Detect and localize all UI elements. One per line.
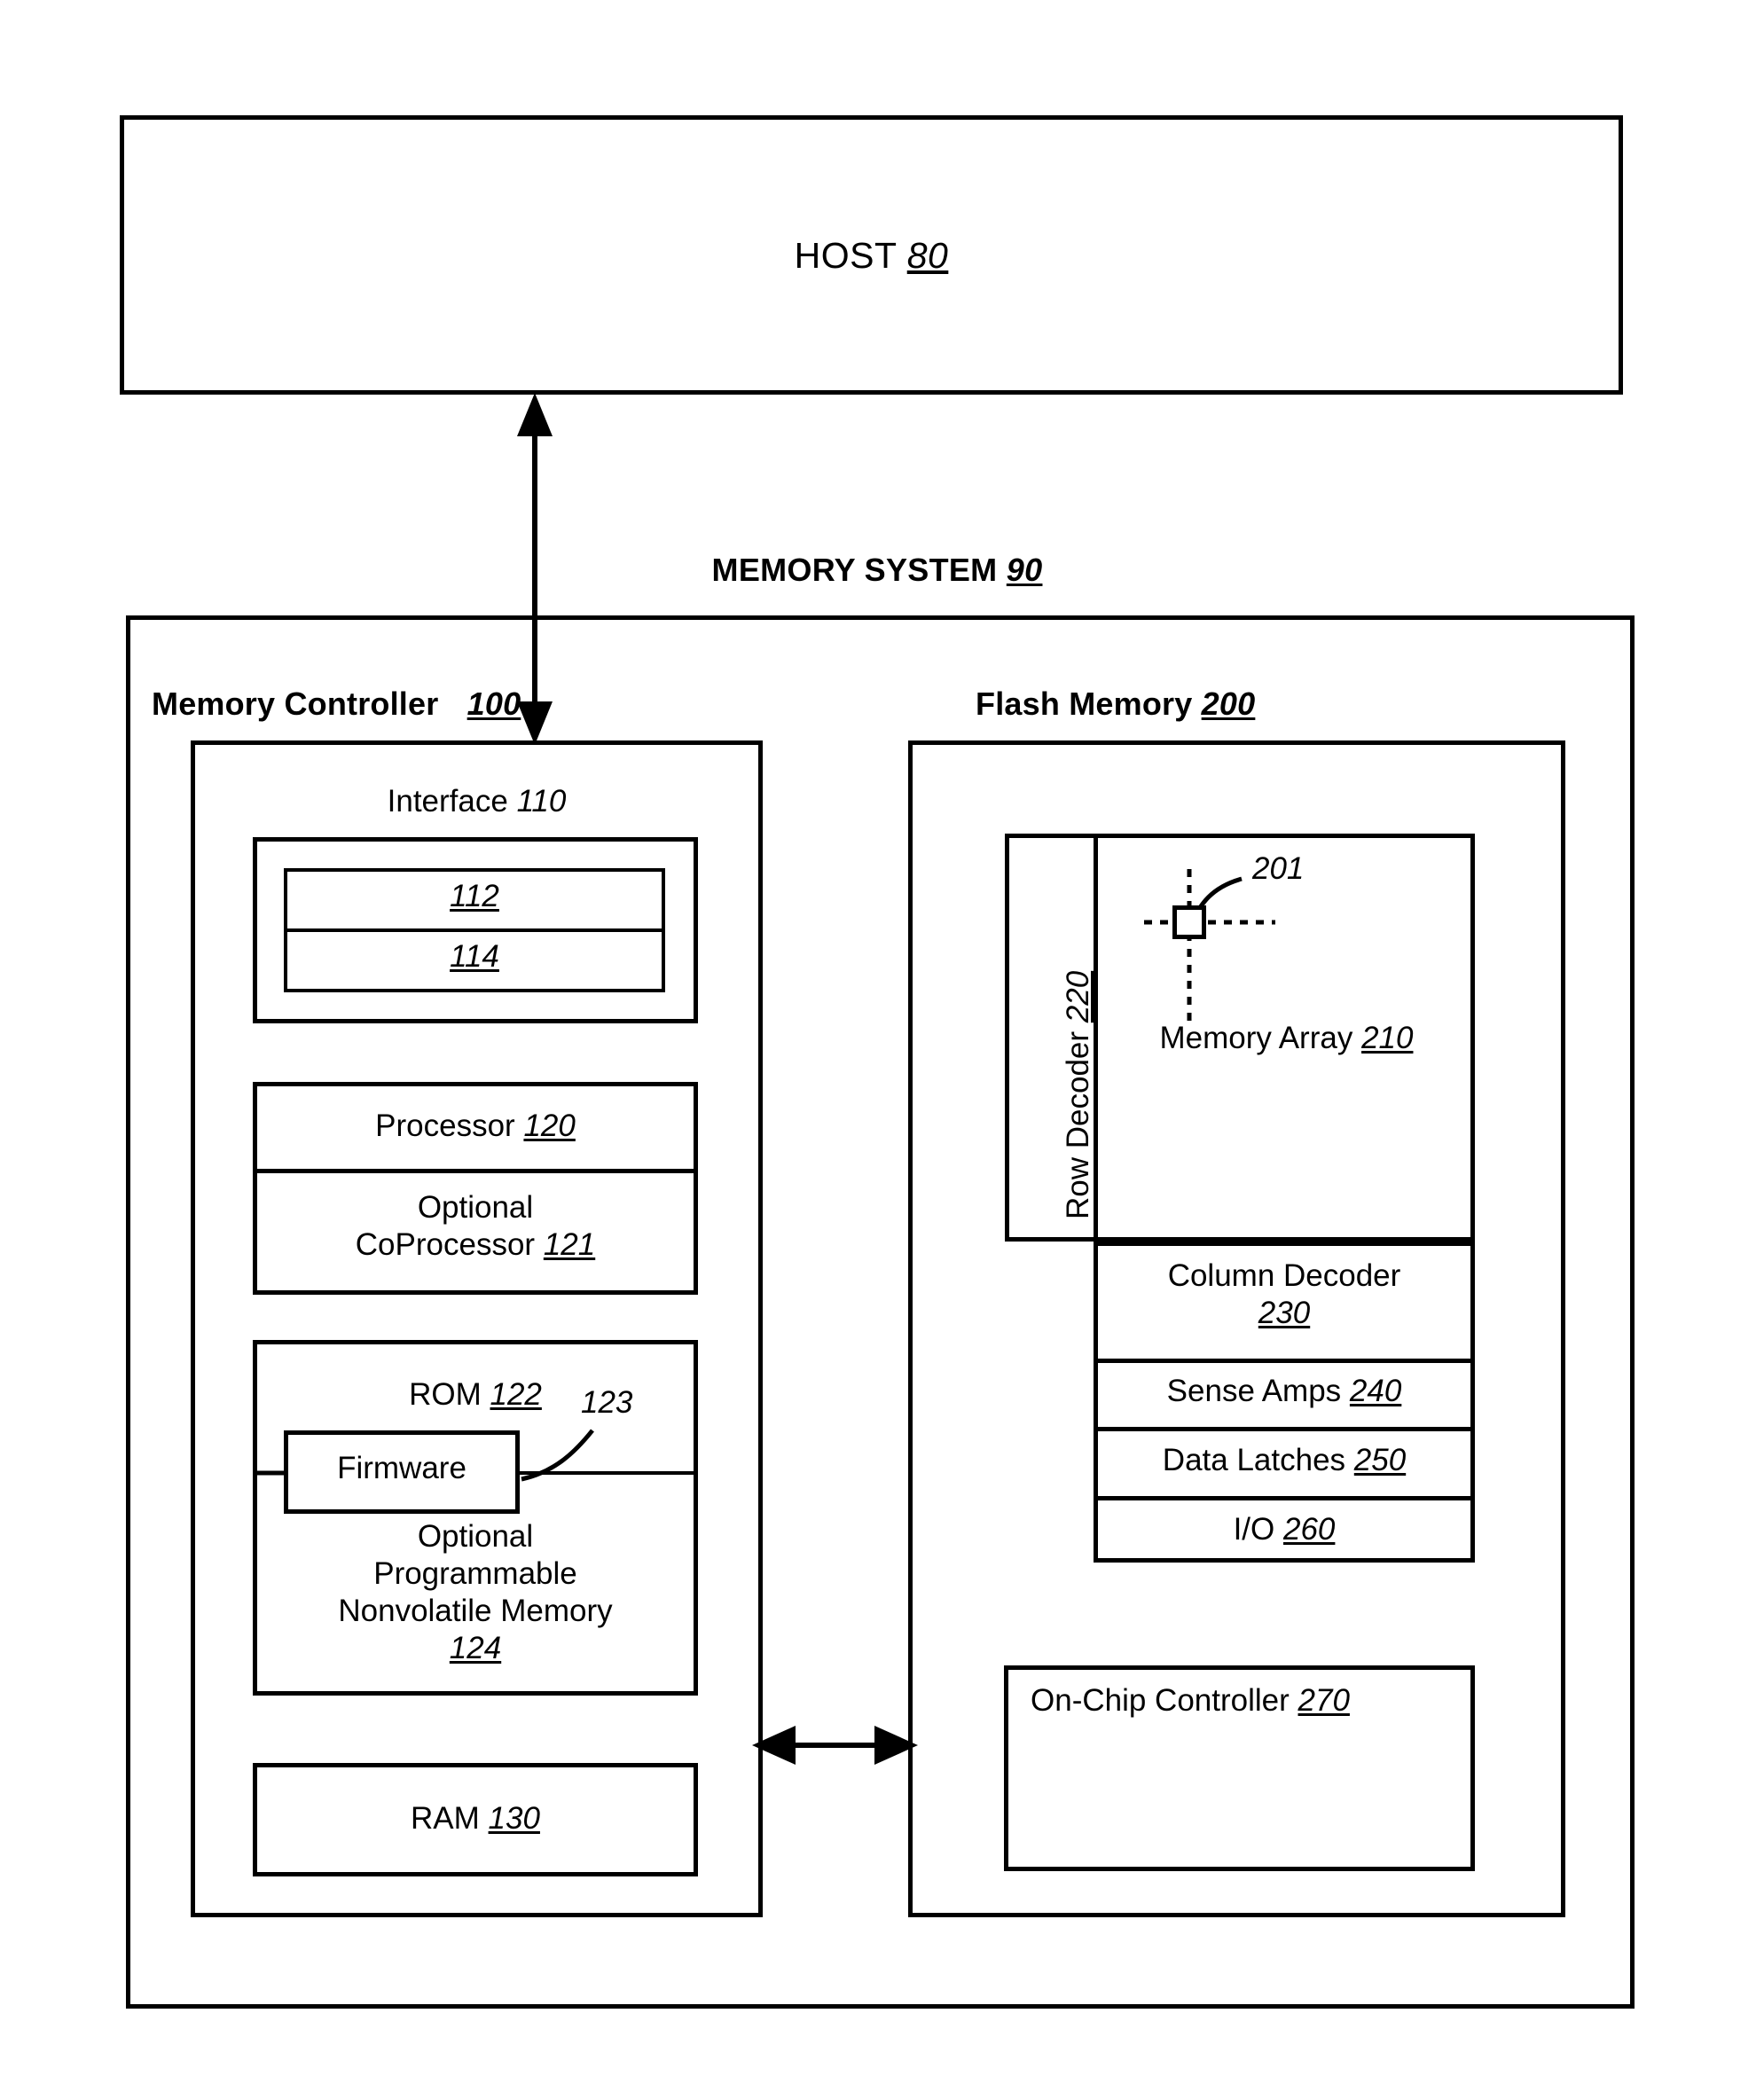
peripheral-divider-1 <box>1094 1359 1475 1363</box>
memory-array-label: Memory Array 210 <box>1098 1020 1475 1057</box>
memory-controller-ref: 100 <box>466 685 521 722</box>
firmware-ref: 123 <box>581 1385 633 1420</box>
data-latches-label-text: Data Latches <box>1162 1443 1346 1477</box>
host-label-text: HOST <box>794 235 897 276</box>
on-chip-controller-ref: 270 <box>1298 1683 1350 1718</box>
rom-label-text: ROM <box>409 1377 482 1412</box>
nvm-label-line3: Nonvolatile Memory <box>338 1594 613 1628</box>
processor-divider <box>253 1169 698 1173</box>
on-chip-controller-label: On-Chip Controller 270 <box>1031 1682 1350 1720</box>
sense-amps-ref: 240 <box>1349 1374 1402 1408</box>
nvm-label-line2: Programmable <box>373 1556 577 1591</box>
memory-controller-title: Memory Controller 100 <box>152 685 521 723</box>
processor-label-text: Processor <box>375 1109 515 1143</box>
nvm-ref: 124 <box>449 1631 502 1665</box>
column-decoder-ref: 230 <box>1258 1296 1311 1330</box>
row-decoder-label: Row Decoder 220 <box>1061 971 1096 1219</box>
flash-memory-title: Flash Memory 200 <box>976 685 1255 723</box>
interface-inner-divider <box>284 928 665 932</box>
host-arrowhead-up <box>517 393 553 436</box>
column-decoder-label-text: Column Decoder <box>1167 1258 1401 1293</box>
processor-ref: 120 <box>523 1109 576 1143</box>
flash-memory-label: Flash Memory <box>976 685 1193 722</box>
column-decoder-label: Column Decoder 230 <box>1094 1257 1475 1332</box>
row-decoder-label-text: Row Decoder <box>1061 1030 1095 1219</box>
memory-cell-ref: 201 <box>1252 851 1305 886</box>
firmware-label: Firmware <box>284 1450 520 1487</box>
ram-label-text: RAM <box>411 1801 480 1836</box>
interface-label-text: Interface <box>387 784 508 819</box>
io-label-text: I/O <box>1233 1512 1275 1547</box>
memory-system-ref: 90 <box>1006 552 1043 588</box>
rom-ref: 122 <box>490 1377 542 1412</box>
sense-amps-label: Sense Amps 240 <box>1094 1373 1475 1410</box>
memory-system-label: MEMORY SYSTEM <box>711 552 998 588</box>
peripheral-divider-2 <box>1094 1427 1475 1431</box>
firmware-ref-label: 123 <box>581 1385 632 1421</box>
coprocessor-ref: 121 <box>543 1227 596 1262</box>
firmware-label-text: Firmware <box>337 1451 466 1485</box>
sense-amps-label-text: Sense Amps <box>1166 1374 1342 1408</box>
coprocessor-label-text: CoProcessor <box>355 1227 536 1262</box>
interface-sub-114: 114 <box>284 938 665 975</box>
interface-ref: 110 <box>516 784 567 819</box>
memory-array-label-text: Memory Array <box>1159 1021 1353 1055</box>
io-ref: 260 <box>1283 1512 1336 1547</box>
ram-label: RAM 130 <box>253 1800 698 1837</box>
interface-sub-112-ref: 112 <box>450 879 499 913</box>
peripheral-divider-3 <box>1094 1496 1475 1500</box>
io-label: I/O 260 <box>1094 1511 1475 1548</box>
coprocessor-label-line2: CoProcessor 121 <box>253 1226 698 1264</box>
row-decoder-ref: 220 <box>1061 970 1095 1023</box>
memory-array-ref: 210 <box>1361 1021 1414 1055</box>
ram-ref: 130 <box>488 1801 540 1836</box>
on-chip-controller-label-text: On-Chip Controller <box>1031 1683 1290 1718</box>
nvm-label-line1: Optional <box>417 1519 534 1554</box>
flash-memory-ref: 200 <box>1201 685 1256 722</box>
coprocessor-label-line1: Optional <box>417 1190 534 1225</box>
memory-cell-box <box>1172 905 1206 939</box>
figure-canvas: HOST 80 MEMORY SYSTEM 90 Memory Controll… <box>0 0 1764 2076</box>
interface-sub-114-ref: 114 <box>450 939 499 974</box>
nvm-label: Optional Programmable Nonvolatile Memory… <box>253 1518 698 1667</box>
host-ref: 80 <box>906 235 949 276</box>
memory-controller-label: Memory Controller <box>152 685 439 722</box>
interface-label: Interface 110 <box>191 783 763 820</box>
data-latches-label: Data Latches 250 <box>1094 1442 1475 1479</box>
host-label: HOST 80 <box>120 235 1623 277</box>
processor-label: Processor 120 <box>253 1108 698 1145</box>
coprocessor-label: Optional CoProcessor 121 <box>253 1189 698 1264</box>
data-latches-ref: 250 <box>1353 1443 1407 1477</box>
memory-system-title: MEMORY SYSTEM 90 <box>120 552 1635 589</box>
interface-sub-112: 112 <box>284 878 665 915</box>
memory-cell-ref-label: 201 <box>1252 851 1304 887</box>
